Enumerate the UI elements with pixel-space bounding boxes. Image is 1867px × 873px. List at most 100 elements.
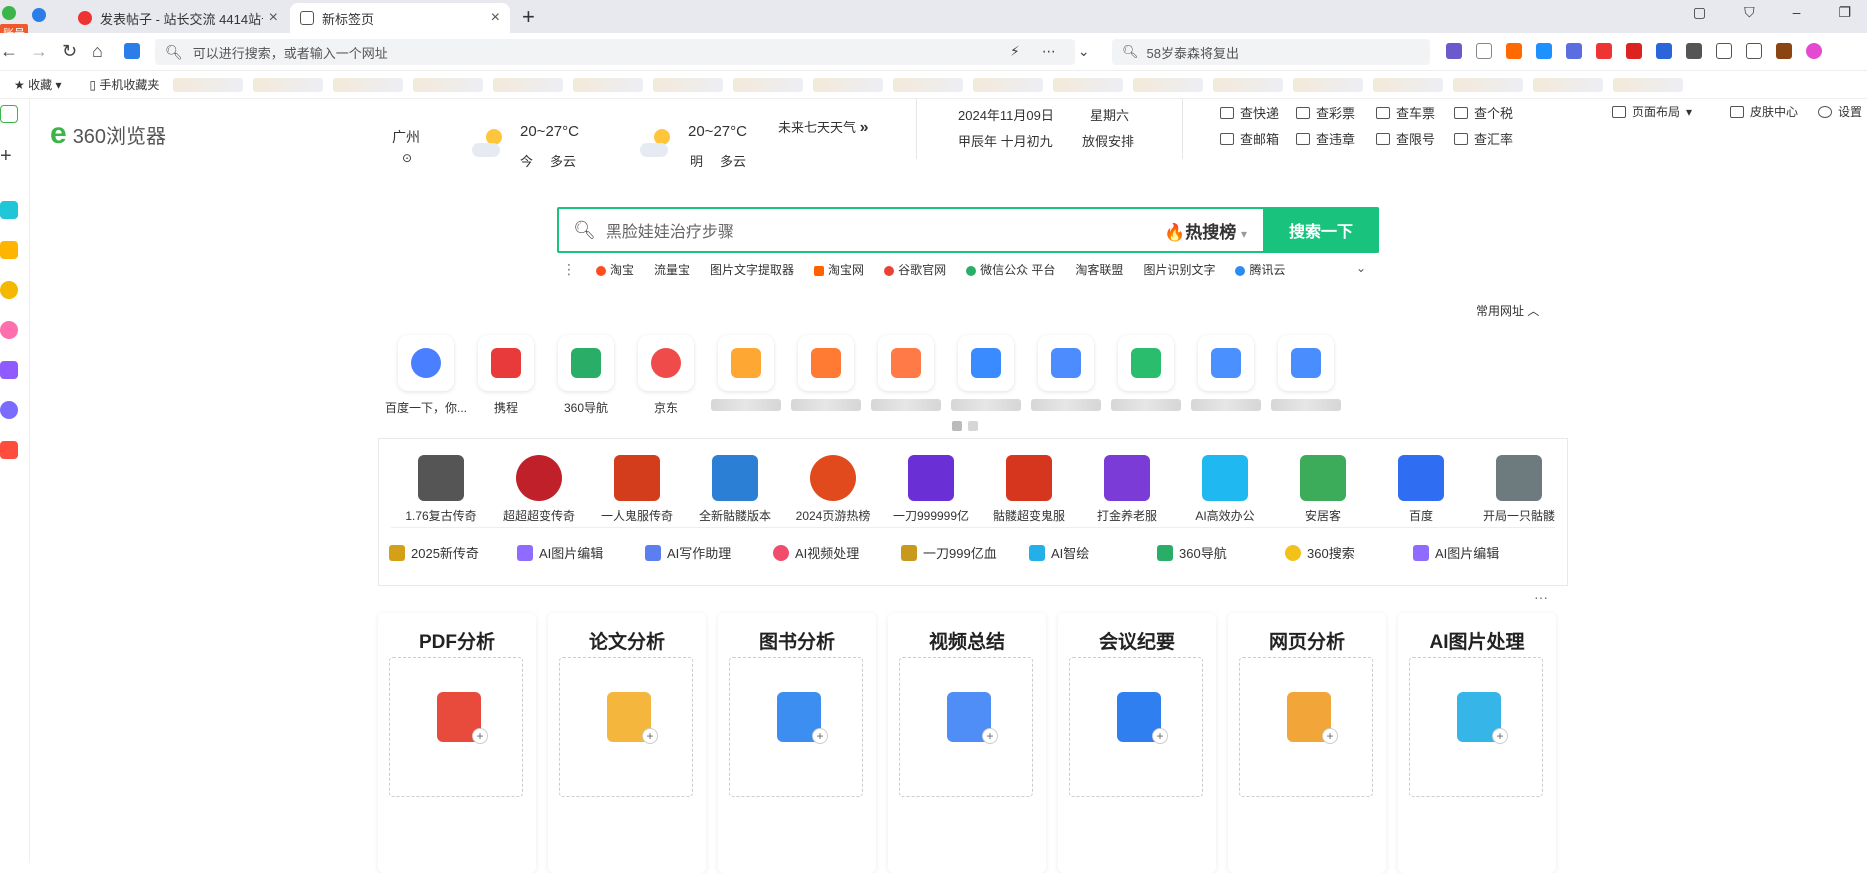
add-icon[interactable]: + [0, 145, 18, 167]
lightning-icon[interactable]: ⚡ [1010, 43, 1020, 60]
quick-violation[interactable]: 查违章 [1296, 129, 1355, 148]
game-item[interactable]: 1.76复古传奇 [391, 455, 491, 524]
skin-center-button[interactable]: 皮肤中心 [1730, 103, 1798, 120]
doc-icon[interactable] [1566, 43, 1582, 59]
bot-icon[interactable] [0, 401, 18, 419]
forward-icon[interactable]: → [30, 41, 48, 62]
upload-area[interactable]: + [1239, 657, 1373, 797]
more-icon[interactable]: ⋯ [1042, 43, 1056, 60]
recommend-link[interactable]: 一刀999亿血 [901, 543, 1029, 562]
refresh-icon[interactable]: ↻ [62, 41, 77, 62]
chevron-down-icon[interactable]: ⌄ [1078, 43, 1090, 60]
close-icon[interactable]: × [269, 9, 278, 27]
game-item[interactable]: 一刀999999亿 [881, 455, 981, 524]
bookmark-item[interactable] [733, 77, 804, 92]
bookmark-mobile[interactable]: ▯ 手机收藏夹 [89, 76, 159, 93]
bookmark-item[interactable] [493, 77, 564, 92]
weibo-icon[interactable] [1626, 43, 1642, 59]
recommend-link[interactable]: 2025新传奇 [389, 543, 517, 562]
weather-city[interactable]: 广州 [392, 127, 420, 147]
skin-icon[interactable]: ⛉ [1744, 4, 1755, 21]
bookmark-item[interactable] [1053, 77, 1124, 92]
hotlink-ocr[interactable]: 图片文字提取器 [710, 261, 794, 278]
ai-app-icon[interactable] [0, 361, 18, 379]
bookmark-item[interactable] [1213, 77, 1284, 92]
game-icon[interactable] [1506, 43, 1522, 59]
recommend-link[interactable]: AI图片编辑 [517, 543, 645, 562]
account-icon[interactable] [2, 6, 16, 20]
ai-card-meeting[interactable]: 会议纪要 + [1058, 613, 1216, 873]
game-item[interactable]: 百度 [1371, 455, 1471, 524]
recommend-link[interactable]: AI图片编辑 [1413, 543, 1541, 562]
bookmark-item[interactable] [333, 77, 404, 92]
quick-express[interactable]: 查快递 [1220, 103, 1279, 122]
location-icon[interactable]: ⊙ [402, 151, 412, 165]
search-ext-icon[interactable] [1536, 43, 1552, 59]
ai-card-webpage[interactable]: 网页分析 + [1228, 613, 1386, 873]
puzzle-icon[interactable] [1686, 43, 1702, 59]
chevron-down-icon[interactable]: ⌄ [1356, 261, 1366, 275]
hotlink-liuliangbao[interactable]: 流量宝 [654, 261, 690, 278]
bookmark-collect[interactable]: ★ 收藏 ▾ [14, 76, 61, 93]
page-layout-button[interactable]: 页面布局 ▾ [1612, 103, 1692, 120]
back-icon[interactable]: ← [0, 41, 18, 62]
quick-tax[interactable]: 查个税 [1454, 103, 1513, 122]
recommend-link[interactable]: AI写作助理 [645, 543, 773, 562]
close-icon[interactable]: × [491, 9, 500, 27]
bookmark-item[interactable] [1373, 77, 1444, 92]
game-item[interactable]: AI高效办公 [1175, 455, 1275, 524]
minimize-icon[interactable]: – [1793, 4, 1801, 21]
tab-count-icon[interactable]: ▢ [1693, 4, 1706, 21]
scissors-icon[interactable] [1476, 43, 1492, 59]
hot-search-dropdown[interactable]: 🔥热搜榜 ▾ [1164, 218, 1247, 243]
browser-logo[interactable]: e 360浏览器 [50, 117, 166, 151]
upload-area[interactable]: + [1069, 657, 1203, 797]
bookmark-item[interactable] [1453, 77, 1524, 92]
holiday-link[interactable]: 放假安排 [1082, 131, 1134, 150]
tab-newtab[interactable]: 新标签页 × [290, 3, 510, 33]
ai-assistant-icon[interactable] [1806, 43, 1822, 59]
upload-area[interactable]: + [1409, 657, 1543, 797]
game-item[interactable]: 2024页游热榜 [783, 455, 883, 524]
new-tab-button[interactable]: + [522, 4, 535, 30]
upload-area[interactable]: + [559, 657, 693, 797]
settings-button[interactable]: 设置 [1818, 103, 1862, 120]
hotlink-wechat[interactable]: 微信公众 平台 [966, 261, 1055, 278]
recommend-link[interactable]: 360搜索 [1285, 543, 1413, 562]
quick-lottery[interactable]: 查彩票 [1296, 103, 1355, 122]
recommend-link[interactable]: AI视频处理 [773, 543, 901, 562]
page-dot[interactable] [968, 421, 978, 431]
bookmark-item[interactable] [1533, 77, 1604, 92]
bookmark-item[interactable] [1293, 77, 1364, 92]
briefcase-icon[interactable] [1776, 43, 1792, 59]
home-icon[interactable] [0, 105, 18, 123]
game-item[interactable]: 一人鬼服传奇 [587, 455, 687, 524]
future-weather-link[interactable]: 未来七天天气 » [778, 117, 869, 137]
quick-mail[interactable]: 查邮箱 [1220, 129, 1279, 148]
ai-card-image[interactable]: AI图片处理 + [1398, 613, 1556, 873]
hotlink-image-ocr[interactable]: 图片识别文字 [1143, 261, 1215, 278]
chat-icon[interactable] [0, 281, 18, 299]
star-icon[interactable] [0, 241, 18, 259]
game-item[interactable]: 全新骷髅版本 [685, 455, 785, 524]
search-box[interactable]: 🔍︎ 黑脸娃娃治疗步骤 🔥热搜榜 ▾ 搜索一下 [557, 207, 1379, 253]
translate-icon[interactable] [1446, 43, 1462, 59]
upload-area[interactable]: + [899, 657, 1033, 797]
hotlink-tencent-cloud[interactable]: 腾讯云 [1235, 261, 1285, 278]
maximize-icon[interactable]: ❐ [1838, 4, 1851, 21]
ai-card-pdf[interactable]: PDF分析 + [378, 613, 536, 873]
hotlink-taobaowang[interactable]: 淘宝网 [814, 261, 864, 278]
ai-card-paper[interactable]: 论文分析 + [548, 613, 706, 873]
bookmark-item[interactable] [573, 77, 644, 92]
game-item[interactable]: 打金养老服 [1077, 455, 1177, 524]
quick-exchange[interactable]: 查汇率 [1454, 129, 1513, 148]
site-blurred[interactable] [1256, 335, 1356, 411]
hotlink-taoke[interactable]: 淘客联盟 [1075, 261, 1123, 278]
bookmark-item[interactable] [813, 77, 884, 92]
address-bar[interactable]: 🔍︎ 可以进行搜索，或者输入一个网址 [155, 39, 1075, 65]
page-dot[interactable] [952, 421, 962, 431]
ai-icon[interactable] [124, 43, 140, 59]
bookmark-item[interactable] [1133, 77, 1204, 92]
home-icon[interactable]: ⌂ [92, 41, 103, 62]
word-icon[interactable] [1656, 43, 1672, 59]
